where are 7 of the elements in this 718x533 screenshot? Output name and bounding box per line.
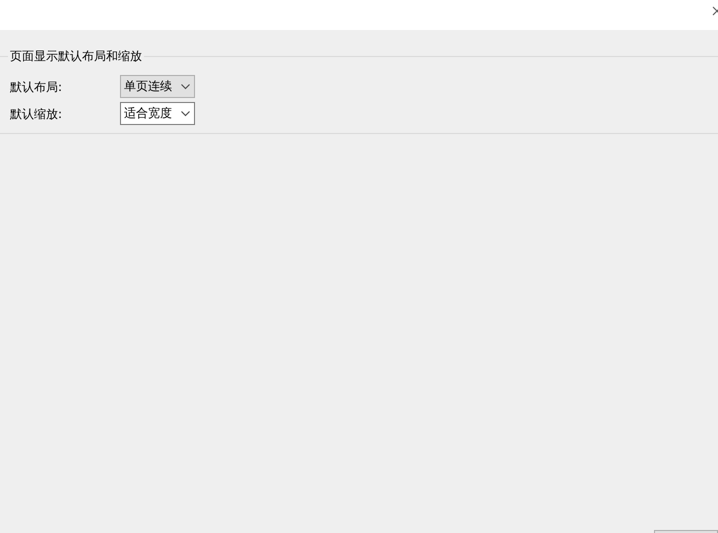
dropdown[interactable]: 适合宽度 (120, 102, 195, 125)
caret-icon (181, 110, 190, 116)
setting-label: 默认布局: (10, 78, 64, 96)
group-title: 页面显示默认布局和缩放 (8, 48, 144, 64)
dropdown[interactable]: 单页连续 (120, 75, 195, 98)
setting-label: 默认缩放: (10, 106, 64, 122)
caret-icon (181, 84, 190, 90)
